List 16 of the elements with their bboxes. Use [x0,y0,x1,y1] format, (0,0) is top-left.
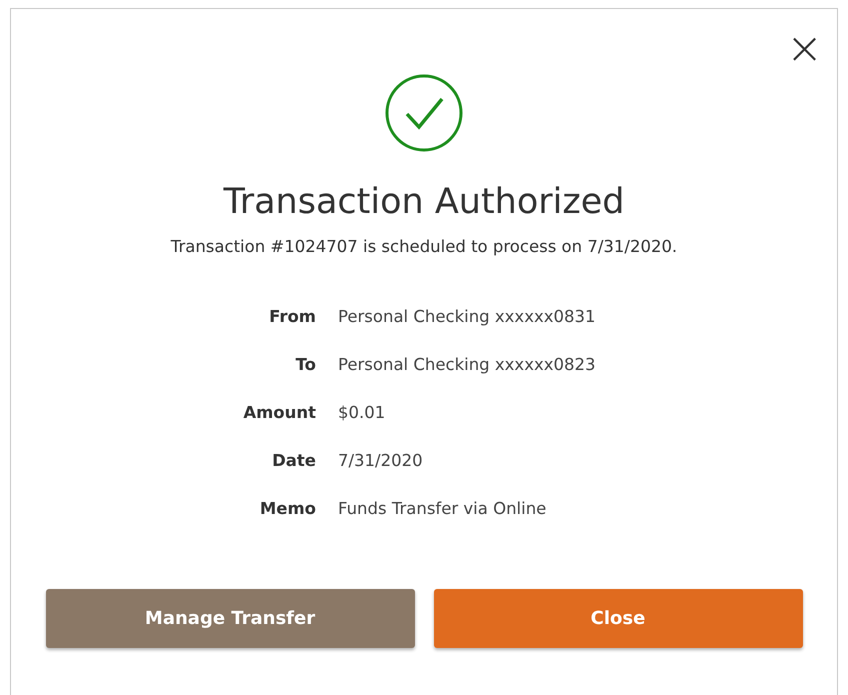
manage-transfer-button[interactable]: Manage Transfer [46,589,414,648]
confirmation-message: Transaction #1024707 is scheduled to process on 7/31/2020. [170,236,678,258]
detail-value: $0.01 [338,402,386,424]
close-button[interactable]: Close [434,589,802,648]
detail-label: From [268,306,316,328]
detail-value: Personal Checking xxxxxx0823 [338,354,596,376]
detail-label: Date [271,450,316,472]
detail-value: Funds Transfer via Online [338,498,548,520]
detail-label: Memo [258,498,316,520]
detail-value: Personal Checking xxxxxx0831 [338,306,596,328]
dialog-title: Transaction Authorized [223,181,625,224]
close-button[interactable]: × [782,27,827,71]
detail-label: To [294,354,316,376]
detail-value: 7/31/2020 [338,450,424,472]
check-circle-icon [385,74,463,152]
detail-label: Amount [242,402,316,424]
